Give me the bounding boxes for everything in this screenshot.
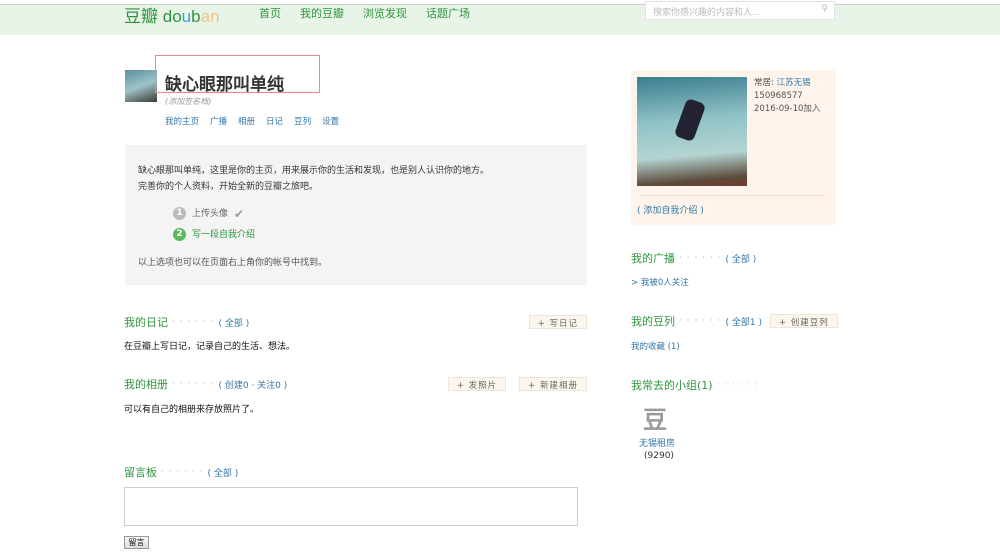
step-label: 上传头像 <box>192 208 229 219</box>
profile-info: 常居: 江苏无锡 150968577 2016-09-10加入 <box>754 77 820 116</box>
subnav-settings[interactable]: 设置 <box>322 115 339 127</box>
subnav-home[interactable]: 我的主页 <box>165 115 199 127</box>
doulist-all-link[interactable]: ( 全部1 ) <box>725 315 761 328</box>
new-album-button[interactable]: + 新建相册 <box>519 377 587 391</box>
create-doulist-button[interactable]: + 创建豆列 <box>769 314 838 328</box>
step-write-intro[interactable]: 2 写一段自我介绍 <box>173 224 574 245</box>
step-number: 2 <box>173 228 186 241</box>
step-label[interactable]: 写一段自我介绍 <box>192 227 255 243</box>
followers-link[interactable]: > 我被0人关注 <box>631 276 689 288</box>
intro-box: 缺心眼那叫单纯，这里是你的主页，用来展示你的生活和发现，也是别人认识你的地方。 … <box>125 145 587 285</box>
dots: · · · · · · <box>716 380 760 390</box>
groups-header: 我常去的小组(1) · · · · · · <box>631 377 763 393</box>
section-title: 我的相册 <box>124 378 168 391</box>
dots: · · · · · · <box>172 317 215 327</box>
logo-letter: d <box>162 7 173 26</box>
section-title: 我的豆列 <box>631 315 675 328</box>
join-date: 2016-09-10加入 <box>754 104 821 114</box>
page-title: 缺心眼那叫单纯 <box>165 75 284 95</box>
upload-photo-button[interactable]: + 发照片 <box>447 377 507 391</box>
diary-section-header: 我的日记 · · · · · ·( 全部 ) + 写日记 <box>124 314 587 330</box>
subnav-broadcast[interactable]: 广播 <box>210 115 227 127</box>
intro-footer: 以上选项也可以在页面右上角你的帐号中找到。 <box>138 258 328 268</box>
section-title: 我常去的小组(1) <box>631 379 713 392</box>
logo-letter: n <box>210 7 220 26</box>
profile-subnav: 我的主页 广播 相册 日记 豆列 设置 <box>165 115 339 127</box>
intro-text: 完善你的个人资料，开始全新的豆瓣之旅吧。 <box>138 182 319 192</box>
nav-explore[interactable]: 浏览发现 <box>363 5 407 21</box>
message-textarea[interactable] <box>124 487 578 526</box>
check-icon: ✔ <box>234 206 245 221</box>
dots: · · · · · · <box>679 253 722 263</box>
step-upload-avatar: 1 上传头像 ✔ <box>173 203 574 224</box>
broadcast-header: 我的广播 · · · · · ·( 全部 ) <box>631 250 756 266</box>
location-label: 常居: <box>754 78 774 88</box>
group-member-count: (9290) <box>644 451 674 461</box>
dots: · · · · · · <box>161 467 204 477</box>
section-title: 留言板 <box>124 466 157 479</box>
douban-logo[interactable]: 豆瓣 douban <box>124 2 220 27</box>
avatar[interactable] <box>125 70 157 102</box>
subnav-album[interactable]: 相册 <box>238 115 255 127</box>
user-id: 150968577 <box>754 91 803 101</box>
diary-all-link[interactable]: ( 全部 ) <box>218 316 249 329</box>
search-icon[interactable]: ⚲ <box>821 4 828 14</box>
group-name-link[interactable]: 无锡租房 <box>639 436 675 449</box>
step-number: 1 <box>173 207 186 220</box>
location-link[interactable]: 江苏无锡 <box>777 78 811 88</box>
logo-cn: 豆瓣 <box>124 7 158 26</box>
broadcast-all-link[interactable]: ( 全部 ) <box>725 252 756 265</box>
group-icon[interactable]: 豆 <box>643 400 667 435</box>
nav-my-douban[interactable]: 我的豆瓣 <box>300 5 344 21</box>
favorites-link[interactable]: 我的收藏 (1) <box>631 340 680 352</box>
logo-letter: u <box>181 7 192 26</box>
album-section-header: 我的相册 · · · · · ·( 创建0 · 关注0 ) + 发照片 + 新建相册 <box>124 376 587 392</box>
subnav-diary[interactable]: 日记 <box>266 115 283 127</box>
diary-text: 在豆瓣上写日记，记录自己的生活、想法。 <box>124 342 296 352</box>
write-diary-button[interactable]: + 写日记 <box>528 315 587 329</box>
dots: · · · · · · <box>172 379 215 389</box>
signature-link[interactable]: (添加签名档) <box>165 96 211 107</box>
nav-home[interactable]: 首页 <box>259 5 281 21</box>
section-title: 我的广播 <box>631 252 675 265</box>
album-text: 可以有自己的相册来存放照片了。 <box>124 405 260 415</box>
album-links[interactable]: ( 创建0 · 关注0 ) <box>218 378 287 391</box>
submit-message-button[interactable]: 留言 <box>124 536 149 549</box>
divider <box>640 195 825 196</box>
intro-text: 缺心眼那叫单纯，这里是你的主页，用来展示你的生活和发现，也是别人认识你的地方。 <box>138 166 490 176</box>
board-section-header: 留言板 · · · · · ·( 全部 ) <box>124 464 238 480</box>
section-title: 我的日记 <box>124 316 168 329</box>
dots: · · · · · · <box>679 316 722 326</box>
doulist-header: 我的豆列 · · · · · ·( 全部1 ) + 创建豆列 <box>631 313 838 329</box>
logo-letter: b <box>191 7 201 26</box>
add-intro-link[interactable]: ( 添加自我介绍 ) <box>637 203 704 216</box>
logo-letter: a <box>200 7 211 26</box>
search-placeholder: 搜索你感兴趣的内容和人... <box>653 8 761 18</box>
board-all-link[interactable]: ( 全部 ) <box>207 466 238 479</box>
main-nav: 首页 我的豆瓣 浏览发现 话题广场 <box>259 5 470 21</box>
search-input[interactable]: 搜索你感兴趣的内容和人... ⚲ <box>645 1 835 20</box>
logo-letter: o <box>172 7 182 26</box>
nav-topics[interactable]: 话题广场 <box>426 5 470 21</box>
subnav-doulist[interactable]: 豆列 <box>294 115 311 127</box>
